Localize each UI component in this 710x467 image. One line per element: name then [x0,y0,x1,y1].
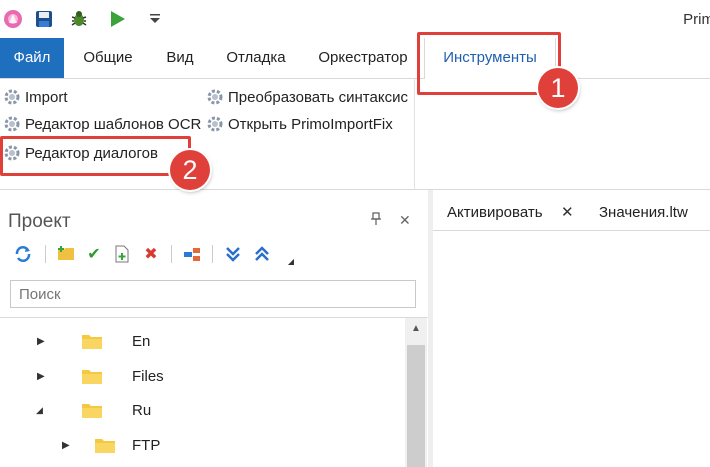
open-primoimportfix-button[interactable]: Открыть PrimoImportFix [206,112,393,136]
convert-syntax-label: Преобразовать синтаксис [228,88,408,106]
pin-icon[interactable] [371,212,381,229]
gear-icon [207,116,223,132]
callout-badge-1: 1 [538,68,578,108]
quick-access-toolbar: Prim [0,0,710,38]
expand-all-icon[interactable] [222,243,244,265]
tab-orchestrator[interactable]: Оркестратор [312,38,414,78]
ribbon-tabs: Файл Общие Вид Отладка Оркестратор Инстр… [0,38,710,79]
project-search-input[interactable] [11,281,415,307]
toolbar-separator [45,245,46,263]
scroll-thumb[interactable] [407,345,425,467]
tree-item-files[interactable]: ▶ Files [0,359,405,393]
folder-icon [95,439,115,453]
ocr-template-editor-label: Редактор шаблонов OCR [25,115,202,133]
check-icon[interactable]: ✔ [83,243,105,265]
app-logo-icon[interactable] [2,8,24,30]
gear-icon [207,89,223,105]
project-panel-title: Проект [8,211,71,232]
doc-tab-values[interactable]: Значения.ltw [599,204,688,221]
save-icon[interactable] [33,8,55,30]
close-icon[interactable]: ✕ [561,203,574,221]
import-label: Import [25,88,68,106]
folder-icon [82,335,102,349]
collapse-arrow-icon[interactable]: ◢ [36,405,43,416]
folder-icon [82,370,102,384]
tree-item-ru[interactable]: ◢ Ru [0,393,405,427]
add-file-icon[interactable] [111,243,133,265]
tree-top-divider [0,317,428,318]
delete-icon[interactable]: ✖ [140,243,162,265]
expand-arrow-icon[interactable]: ▶ [62,440,70,451]
toolbar-overflow-icon[interactable]: ◢ [280,250,302,272]
folder-icon [82,404,102,418]
ocr-template-editor-button[interactable]: Редактор шаблонов OCR [3,112,201,136]
dropdown-icon[interactable] [144,8,166,30]
gear-icon [4,89,20,105]
callout-highlight-dialog-editor [0,136,191,176]
panel-splitter[interactable] [428,190,433,467]
expand-arrow-icon[interactable]: ▶ [37,371,45,382]
expand-arrow-icon[interactable]: ▶ [37,336,45,347]
refresh-icon[interactable] [12,243,34,265]
tree-item-label: Files [132,367,164,385]
tab-file[interactable]: Файл [0,38,64,78]
tab-general[interactable]: Общие [72,38,144,78]
move-icon[interactable] [181,243,203,265]
close-icon[interactable]: ✕ [399,212,411,229]
open-primoimportfix-label: Открыть PrimoImportFix [228,115,393,133]
tree-item-ftp[interactable]: ▶ FTP [0,428,405,462]
tree-item-label: FTP [132,436,161,454]
bug-icon[interactable] [68,8,90,30]
tab-view[interactable]: Вид [156,38,204,78]
doc-tab-activate[interactable]: Активировать [447,204,543,221]
collapse-all-icon[interactable] [251,243,273,265]
project-search-box[interactable] [10,280,416,308]
import-button[interactable]: Import [3,85,68,109]
add-folder-icon[interactable] [55,243,77,265]
gear-icon [4,116,20,132]
callout-badge-2: 2 [170,150,210,190]
convert-syntax-button[interactable]: Преобразовать синтаксис [206,85,408,109]
scroll-up-icon[interactable]: ▲ [405,318,427,338]
tree-item-en[interactable]: ▶ En [0,324,405,358]
ribbon-separator [414,79,415,189]
tab-debug[interactable]: Отладка [216,38,296,78]
document-tabs: Активировать ✕ Значения.ltw [433,190,710,231]
tree-item-label: Ru [132,401,152,419]
run-icon[interactable] [106,8,128,30]
toolbar-separator [171,245,172,263]
app-title: Prim [683,11,710,28]
tree-item-label: En [132,332,151,350]
toolbar-separator [212,245,213,263]
